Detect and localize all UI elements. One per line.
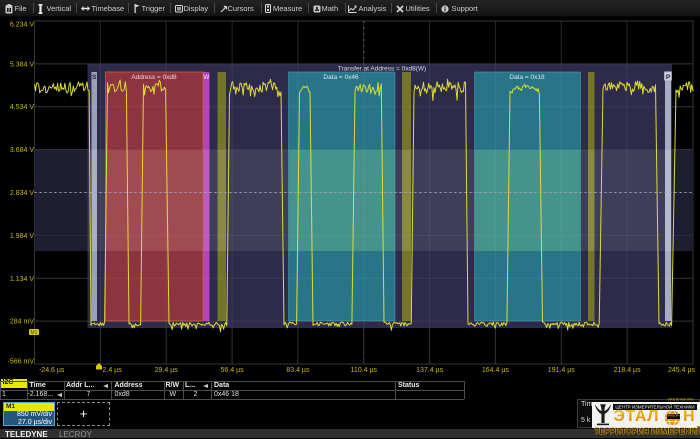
svg-text:5.384 V: 5.384 V	[10, 61, 34, 68]
svg-text:218.4 µs: 218.4 µs	[614, 367, 641, 374]
svg-text:2.834 V: 2.834 V	[10, 190, 34, 197]
svg-text:1.984 V: 1.984 V	[10, 233, 34, 240]
svg-text:P: P	[666, 74, 671, 81]
svg-text:S: S	[92, 74, 97, 81]
svg-text:29.4 µs: 29.4 µs	[155, 367, 179, 374]
svg-text:-566 mV: -566 mV	[8, 359, 35, 366]
svg-text:Transfer at Address = 0xd8(W): Transfer at Address = 0xd8(W)	[338, 66, 426, 73]
svg-text:Data = 0x46: Data = 0x46	[323, 74, 359, 81]
svg-text:191.4 µs: 191.4 µs	[548, 367, 575, 374]
svg-text:6.234 V: 6.234 V	[10, 22, 34, 29]
svg-text:164.4 µs: 164.4 µs	[482, 367, 509, 374]
svg-text:3.684 V: 3.684 V	[10, 147, 34, 154]
svg-text:2.4 µs: 2.4 µs	[103, 367, 123, 374]
svg-text:Data = 0x18: Data = 0x18	[509, 74, 545, 81]
svg-text:56.4 µs: 56.4 µs	[221, 367, 245, 374]
svg-text:110.4 µs: 110.4 µs	[351, 367, 378, 374]
svg-text:M1: M1	[31, 330, 38, 336]
svg-text:Address = 0xd8: Address = 0xd8	[131, 74, 177, 81]
svg-text:4.534 V: 4.534 V	[10, 104, 34, 111]
svg-text:-24.6 µs: -24.6 µs	[39, 367, 65, 374]
svg-text:137.4 µs: 137.4 µs	[416, 367, 443, 374]
svg-text:W: W	[203, 74, 210, 81]
svg-text:1.134 V: 1.134 V	[10, 276, 34, 283]
svg-text:284 mV: 284 mV	[10, 319, 34, 326]
svg-text:245.4 µs: 245.4 µs	[668, 367, 695, 374]
svg-text:83.4 µs: 83.4 µs	[286, 367, 310, 374]
